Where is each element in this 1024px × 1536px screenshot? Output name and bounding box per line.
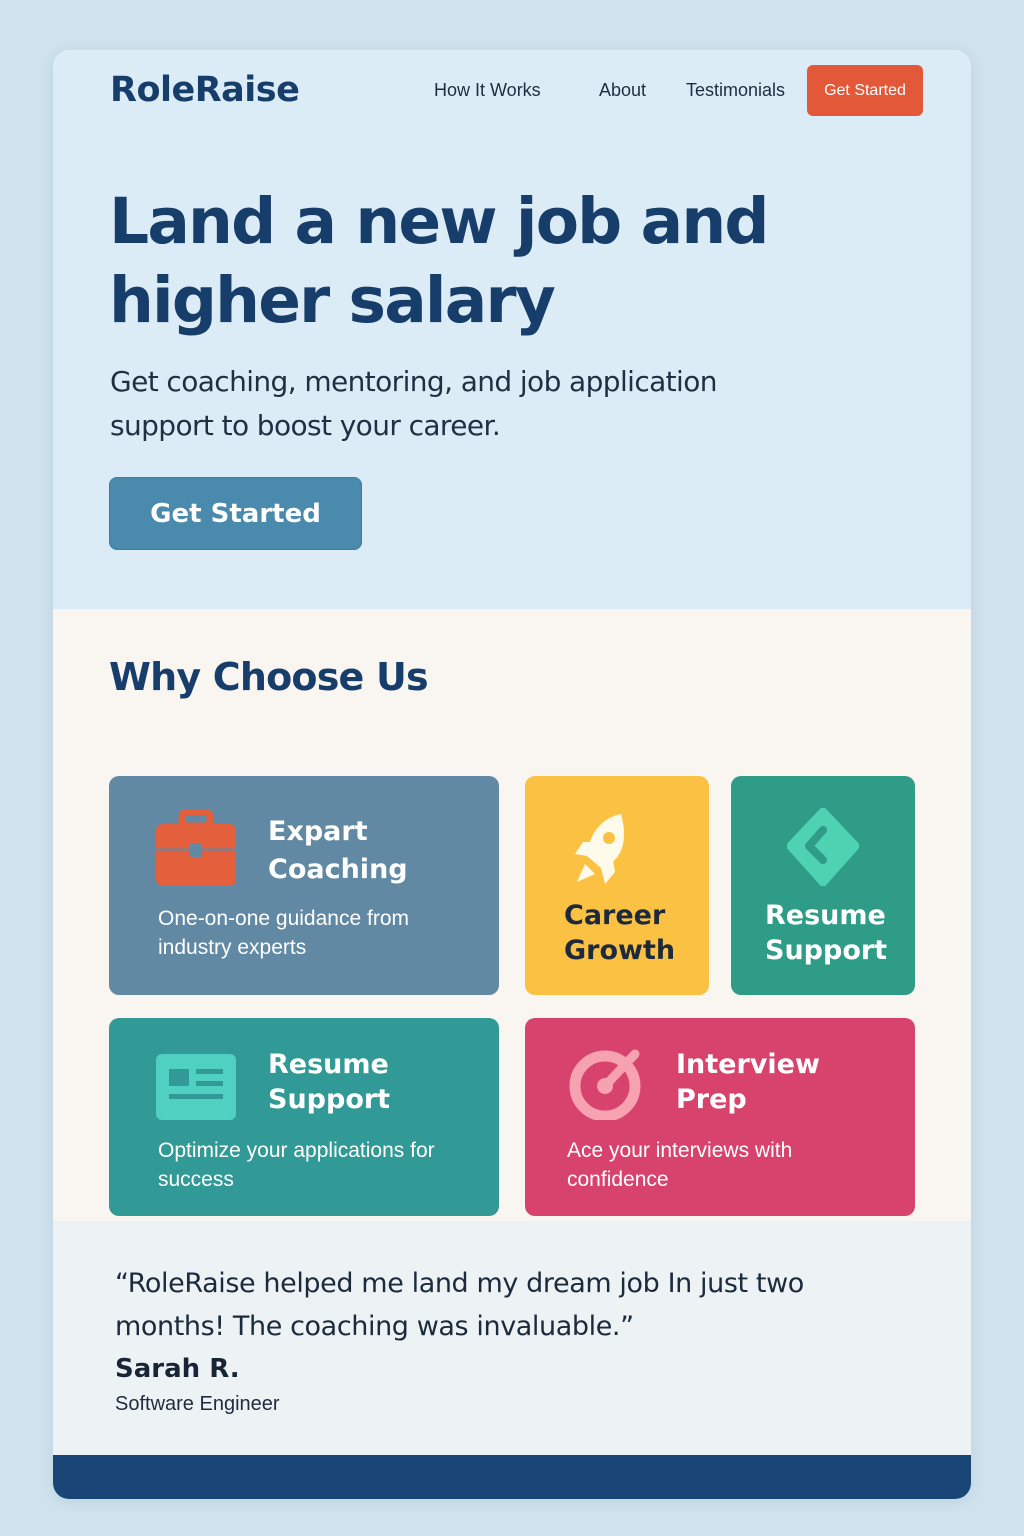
nav-get-started-button[interactable]: Get Started	[807, 65, 923, 116]
feature-card-expert-coaching[interactable]: Expart Coaching One-on-one guidance from…	[109, 776, 499, 995]
testimonial-author: Sarah R.	[115, 1354, 240, 1384]
rocket-icon	[575, 814, 625, 884]
feature-card-resume-support[interactable]: Resume Support	[731, 776, 915, 995]
features-section: Why Choose Us Expart Coaching One-on-one…	[53, 609, 971, 1221]
feature-card-interview-prep[interactable]: Interview Prep Ace your interviews with …	[525, 1018, 915, 1216]
nav-link-how-it-works[interactable]: How It Works	[434, 80, 541, 101]
testimonial-section: “RoleRaise helped me land my dream job I…	[53, 1221, 971, 1455]
testimonial-role: Software Engineer	[115, 1393, 280, 1415]
brand-logo[interactable]: RoleRaise	[110, 70, 300, 110]
briefcase-icon	[156, 810, 236, 886]
feature-card-resume-support-detail[interactable]: Resume Support Optimize your application…	[109, 1018, 499, 1216]
hero-subtitle: Get coaching, mentoring, and job applica…	[110, 365, 718, 442]
card-title: Interview Prep	[676, 1049, 820, 1115]
feature-card-career-growth[interactable]: Career Growth	[525, 776, 709, 995]
card-description: Ace your interviews with confidence	[567, 1139, 793, 1191]
card-title: Career Growth	[564, 900, 676, 966]
nav-link-testimonials[interactable]: Testimonials	[686, 80, 785, 101]
nav-link-about[interactable]: About	[599, 80, 646, 101]
card-title: Resume Support	[765, 900, 888, 966]
card-title: Expart Coaching	[268, 816, 408, 885]
document-icon	[156, 1054, 236, 1120]
card-description: Optimize your applications for success	[158, 1139, 435, 1191]
hero-title: Land a new job and higher salary	[109, 185, 769, 337]
testimonial-quote: “RoleRaise helped me land my dream job I…	[115, 1268, 804, 1342]
card-title: Resume Support	[268, 1049, 391, 1115]
footer-bar	[53, 1455, 971, 1499]
hero-get-started-button[interactable]: Get Started	[109, 477, 362, 550]
target-icon	[569, 1049, 641, 1120]
features-title: Why Choose Us	[109, 655, 429, 699]
diamond-icon	[787, 808, 859, 886]
landing-page: RoleRaise How It Works About Testimonial…	[53, 50, 971, 1499]
card-description: One-on-one guidance from industry expert…	[158, 907, 409, 959]
